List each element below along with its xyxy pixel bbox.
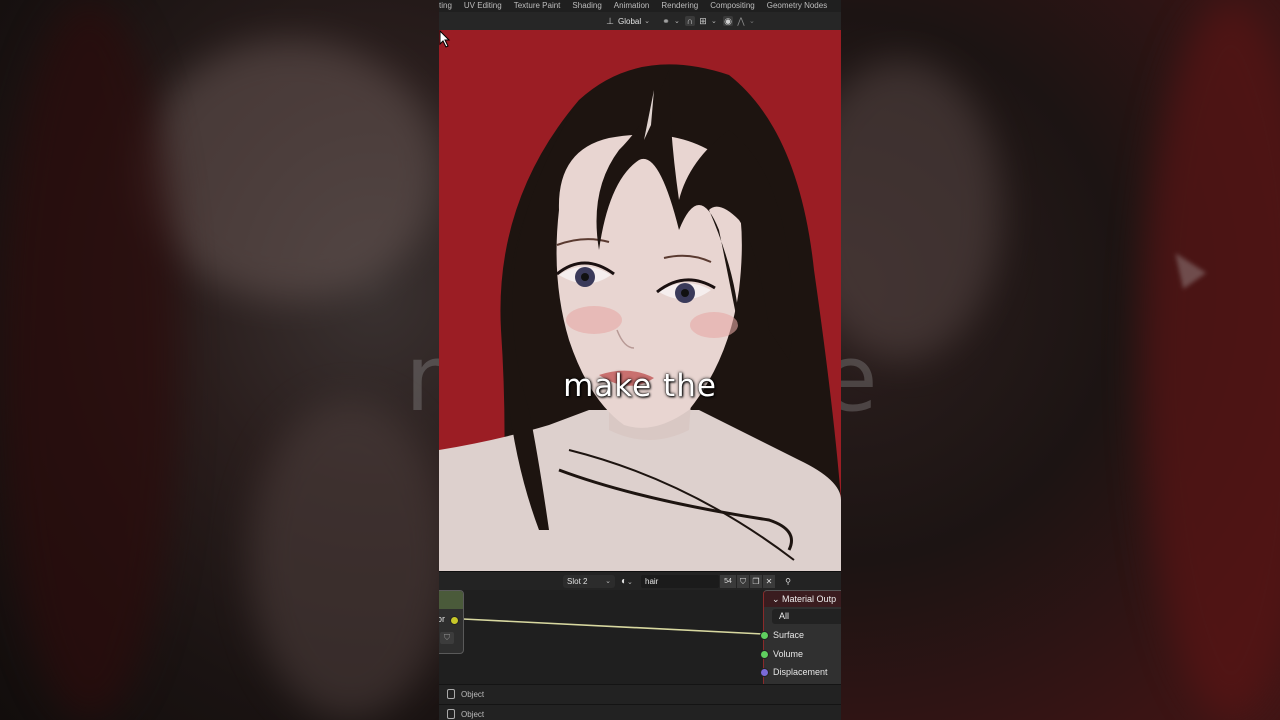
tab-rendering[interactable]: Rendering (655, 0, 704, 12)
volume-socket[interactable] (760, 650, 769, 659)
tab-layout[interactable]: ting (439, 0, 458, 12)
object-label: Object (461, 690, 485, 699)
tab-texture-paint[interactable]: Texture Paint (508, 0, 567, 12)
shield-icon: ⛉ (440, 632, 454, 644)
orientation-icon: ⊥ (606, 16, 614, 26)
displacement-label: Displacement (773, 667, 828, 677)
chevron-down-icon: ⌄ (674, 18, 680, 25)
properties-row-object-2[interactable]: Object (439, 704, 841, 720)
material-browse-button[interactable]: ◐⌄ (621, 575, 641, 588)
orientation-label: Global (618, 16, 642, 26)
volume-socket-row[interactable]: Volume (760, 647, 841, 661)
backdrop-red-blur (1141, 0, 1280, 720)
chevron-down-icon: ⌄ (605, 578, 611, 585)
object-label: Object (461, 710, 485, 719)
node-editor-header: Slot 2 ⌄ ◐⌄ hair 54 ⛉ ❐ ✕ ⚲ (439, 571, 841, 591)
chevron-down-icon: ⌄ (627, 579, 633, 586)
surface-socket[interactable] (760, 631, 769, 640)
material-output-label: Material Outp (782, 594, 837, 604)
material-output-node[interactable]: ⌄ Material Outp All Surface Volume Displ… (760, 590, 841, 684)
proportional-edit-toggle[interactable]: ◉ ⋀ ⌄ (723, 14, 755, 28)
video-caption: make the (563, 368, 717, 404)
blender-window: ting UV Editing Texture Paint Shading An… (439, 0, 841, 720)
displacement-socket-row[interactable]: Displacement (760, 665, 841, 679)
pivot-icon: ⚭ (662, 16, 670, 26)
snap-toggle[interactable]: ∩ ⊞ ⌄ (685, 14, 717, 28)
object-data-icon (447, 709, 455, 719)
falloff-icon: ⋀ (737, 16, 745, 26)
color-output-socket[interactable] (450, 616, 459, 625)
duplicate-material-icon[interactable]: ❐ (750, 575, 762, 588)
proportional-edit-icon: ◉ (723, 16, 733, 26)
texture-color-output-label: olor (439, 614, 446, 624)
displacement-socket[interactable] (760, 668, 769, 677)
image-texture-node[interactable]: olor ⛉ (439, 590, 464, 654)
fake-user-shield-icon[interactable]: ⛉ (737, 575, 749, 588)
snap-increment-icon: ⊞ (699, 16, 707, 26)
surface-socket-row[interactable]: Surface (760, 628, 841, 642)
backdrop-caption-left: m (405, 325, 439, 432)
tab-shading[interactable]: Shading (566, 0, 607, 12)
node-editor-canvas[interactable]: olor ⛉ ⌄ Material Outp All Surface Volum… (439, 590, 841, 684)
material-name-field[interactable]: hair (641, 575, 719, 588)
chevron-down-icon: ⌄ (711, 18, 717, 25)
texture-node-header (439, 591, 463, 609)
backdrop-red-blur (0, 0, 180, 720)
workspace-tabs: ting UV Editing Texture Paint Shading An… (439, 0, 841, 12)
tab-compositing[interactable]: Compositing (704, 0, 760, 12)
properties-row-object-1[interactable]: Object (439, 684, 841, 704)
backdrop-face-blur (140, 40, 439, 300)
pivot-dropdown[interactable]: ⚭ ⌄ (661, 14, 680, 28)
chevron-down-icon: ⌄ (644, 18, 650, 25)
mouse-pointer-icon (439, 30, 451, 48)
backdrop-caption-right: e (841, 325, 880, 432)
character-render (439, 64, 841, 571)
3d-viewport[interactable]: make the (439, 30, 841, 571)
material-output-title: ⌄ Material Outp (764, 591, 841, 607)
material-slot-dropdown[interactable]: Slot 2 ⌄ (563, 575, 615, 588)
pin-icon[interactable]: ⚲ (782, 575, 794, 588)
backdrop-shoulder-blur (250, 400, 439, 720)
transform-orientation-dropdown[interactable]: ⊥ Global ⌄ (605, 14, 650, 28)
chevron-down-icon: ⌄ (772, 594, 783, 604)
tab-uv-editing[interactable]: UV Editing (458, 0, 508, 12)
material-user-count[interactable]: 54 (720, 575, 736, 588)
surface-label: Surface (773, 630, 805, 640)
chevron-down-icon: ⌄ (749, 18, 755, 25)
render-target-dropdown[interactable]: All (772, 609, 841, 624)
blurred-backdrop-right: e (841, 0, 1280, 720)
blurred-backdrop-left: m (0, 0, 439, 720)
tab-animation[interactable]: Animation (608, 0, 656, 12)
magnet-icon: ∩ (685, 16, 695, 26)
backdrop-face-blur (841, 60, 1001, 360)
viewport-header: ⊥ Global ⌄ ⚭ ⌄ ∩ ⊞ ⌄ ◉ ⋀ ⌄ (439, 12, 841, 30)
object-data-icon (447, 689, 455, 699)
volume-label: Volume (773, 649, 804, 659)
slot-label: Slot 2 (567, 577, 588, 586)
unlink-material-icon[interactable]: ✕ (763, 575, 775, 588)
tab-geometry-nodes[interactable]: Geometry Nodes (761, 0, 833, 12)
